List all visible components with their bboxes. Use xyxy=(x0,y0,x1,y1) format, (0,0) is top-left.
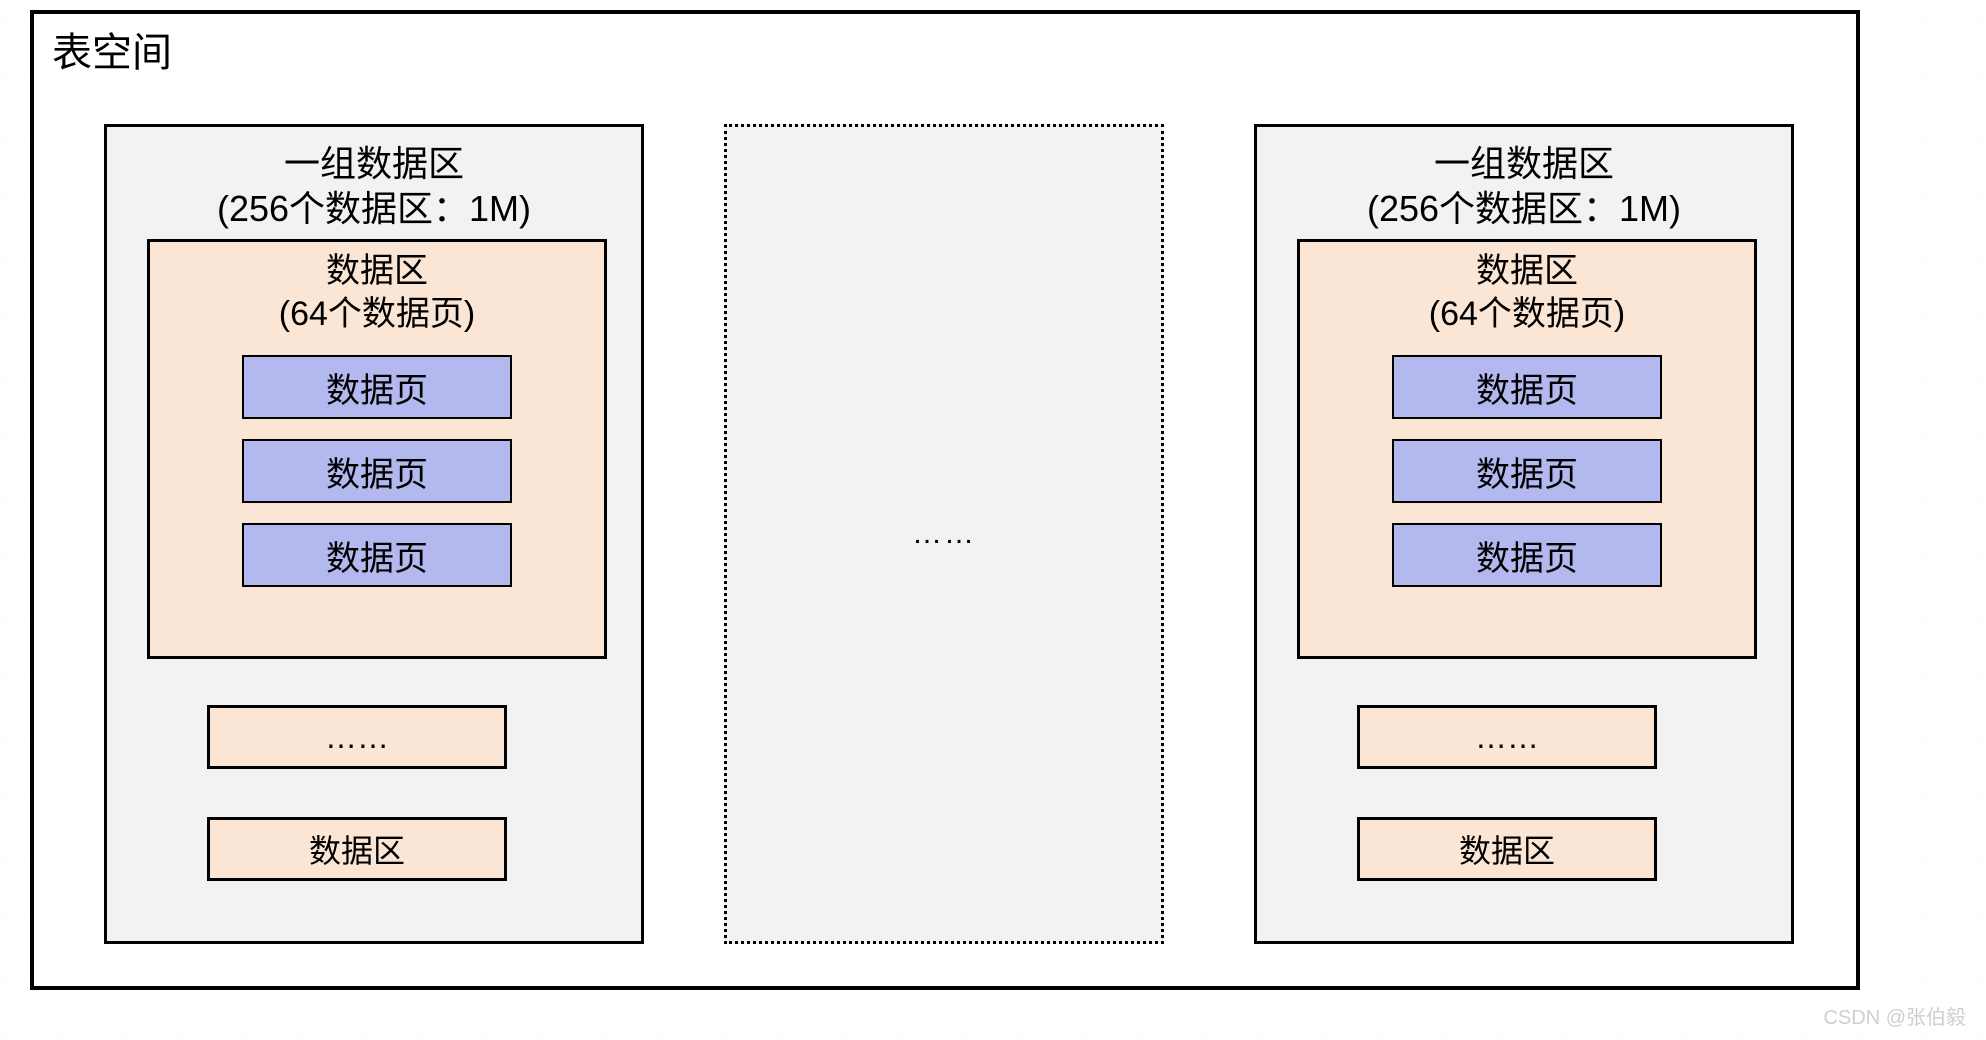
data-page: 数据页 xyxy=(242,439,512,503)
data-page: 数据页 xyxy=(242,355,512,419)
data-area-title-line2: (64个数据页) xyxy=(279,295,475,333)
middle-ellipsis-text: …… xyxy=(912,517,976,551)
last-data-area: 数据区 xyxy=(1357,817,1657,881)
group-title-line1: 一组数据区 xyxy=(1434,143,1614,184)
data-area-title-line1: 数据区 xyxy=(326,252,428,290)
tablespace-container: 表空间 一组数据区 (256个数据区：1M) 数据区 (64个数据页) 数据页 … xyxy=(30,10,1860,990)
watermark: CSDN @张伯毅 xyxy=(1823,1001,1966,1030)
data-page: 数据页 xyxy=(1392,439,1662,503)
middle-ellipsis-box: …… xyxy=(724,124,1164,944)
data-group-title: 一组数据区 (256个数据区：1M) xyxy=(107,141,641,231)
data-area-title: 数据区 (64个数据页) xyxy=(1300,250,1754,335)
data-page: 数据页 xyxy=(1392,523,1662,587)
group-title-line2: (256个数据区：1M) xyxy=(217,188,531,229)
data-area-title-line1: 数据区 xyxy=(1476,252,1578,290)
data-group-1: 一组数据区 (256个数据区：1M) 数据区 (64个数据页) 数据页 数据页 … xyxy=(104,124,644,944)
data-page: 数据页 xyxy=(1392,355,1662,419)
more-data-area: …… xyxy=(1357,705,1657,769)
data-area-title-line2: (64个数据页) xyxy=(1429,295,1625,333)
data-area-title: 数据区 (64个数据页) xyxy=(150,250,604,335)
tablespace-title: 表空间 xyxy=(52,20,172,78)
data-area-box: 数据区 (64个数据页) 数据页 数据页 数据页 xyxy=(147,239,607,659)
data-group-2: 一组数据区 (256个数据区：1M) 数据区 (64个数据页) 数据页 数据页 … xyxy=(1254,124,1794,944)
more-data-area: …… xyxy=(207,705,507,769)
data-page: 数据页 xyxy=(242,523,512,587)
data-area-box: 数据区 (64个数据页) 数据页 数据页 数据页 xyxy=(1297,239,1757,659)
last-data-area: 数据区 xyxy=(207,817,507,881)
group-title-line1: 一组数据区 xyxy=(284,143,464,184)
data-group-title: 一组数据区 (256个数据区：1M) xyxy=(1257,141,1791,231)
group-title-line2: (256个数据区：1M) xyxy=(1367,188,1681,229)
